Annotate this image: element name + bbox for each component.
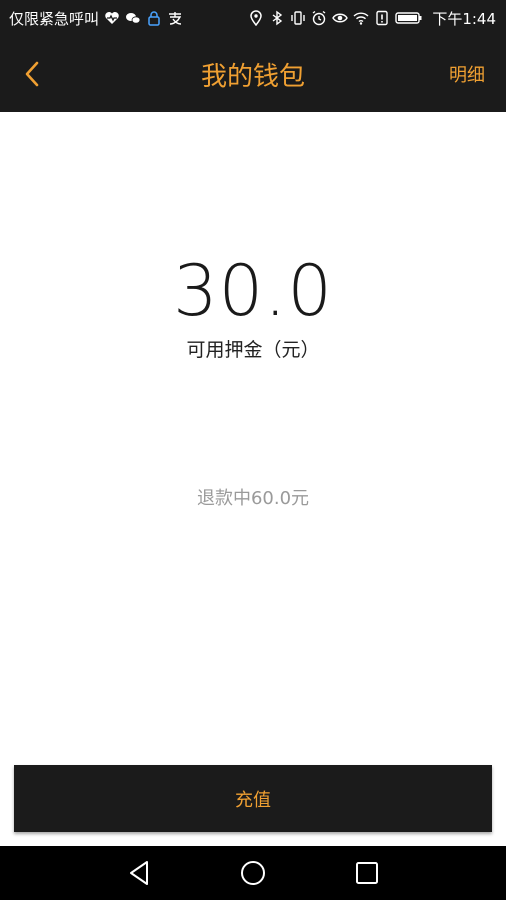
refund-status-text: 退款中60.0元 (196, 488, 310, 509)
vibrate-icon (290, 10, 306, 26)
deposit-amount-label: 可用押金（元） (186, 339, 320, 361)
alarm-icon (311, 10, 327, 26)
battery-icon (395, 10, 423, 26)
system-navigation-bar (0, 846, 506, 900)
details-link[interactable]: 明细 (449, 61, 485, 87)
back-icon[interactable] (125, 859, 153, 887)
status-bar: 仅限紧急呼叫 下午1:44 (0, 0, 506, 36)
heart-pulse-icon (104, 10, 120, 26)
home-icon[interactable] (239, 859, 267, 887)
status-bar-left: 仅限紧急呼叫 (9, 8, 183, 29)
deposit-amount: 30.0 (173, 250, 333, 332)
wechat-icon (125, 10, 141, 26)
alipay-icon (167, 10, 183, 26)
lock-icon (146, 10, 162, 26)
eye-icon (332, 10, 349, 26)
chevron-left-icon (25, 61, 39, 87)
app-header: 我的钱包 明细 (0, 36, 506, 112)
carrier-text: 仅限紧急呼叫 (9, 9, 100, 28)
back-button[interactable] (0, 36, 64, 112)
bluetooth-icon (269, 10, 285, 26)
status-bar-right: 下午1:44 (248, 8, 496, 29)
notification-icon (374, 10, 390, 26)
wifi-icon (353, 10, 369, 26)
recents-icon[interactable] (353, 859, 381, 887)
recharge-button-label: 充值 (235, 789, 271, 811)
location-icon (248, 10, 264, 26)
clock-time: 下午1:44 (432, 9, 496, 28)
recharge-button[interactable]: 充值 (14, 765, 492, 832)
page-title: 我的钱包 (200, 61, 305, 92)
